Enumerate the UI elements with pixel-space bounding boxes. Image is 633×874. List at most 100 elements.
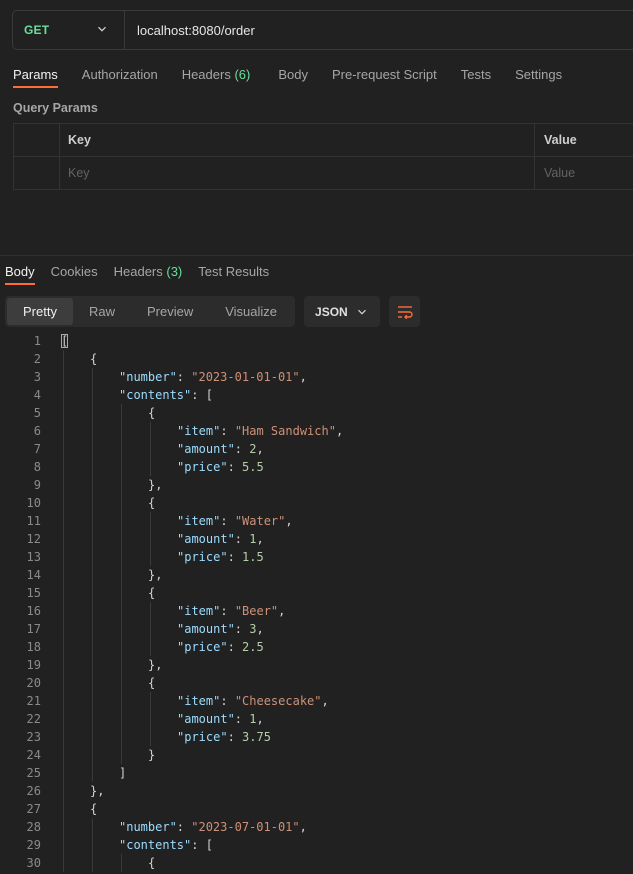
line-number: 26 xyxy=(26,784,41,798)
json-punctuation: : [ xyxy=(191,838,213,852)
indent-guide xyxy=(63,440,64,458)
json-punctuation: : xyxy=(227,730,243,744)
tab-response-body[interactable]: Body xyxy=(5,264,35,285)
indent-guide xyxy=(92,836,93,854)
format-select[interactable]: JSON xyxy=(304,296,381,327)
line-number: 3 xyxy=(33,370,41,384)
json-punctuation: : xyxy=(176,370,192,384)
indent-guide xyxy=(92,656,93,674)
indent-guide xyxy=(92,566,93,584)
pane-divider[interactable] xyxy=(0,255,633,256)
indent-guide xyxy=(92,512,93,530)
code-line: 27 { xyxy=(0,800,633,818)
indent-guide xyxy=(121,584,122,602)
line-number: 8 xyxy=(33,460,41,474)
method-select[interactable]: GET xyxy=(13,11,125,49)
code-text: "amount": 3, xyxy=(177,620,264,638)
wrap-lines-icon xyxy=(397,305,413,319)
indent-guide xyxy=(63,782,64,800)
code-line: 18 "price": 2.5 xyxy=(0,638,633,656)
tab-headers[interactable]: Headers (6) xyxy=(182,67,251,88)
code-line: 16 "item": "Beer", xyxy=(0,602,633,620)
indent-guide xyxy=(63,386,64,404)
view-pretty[interactable]: Pretty xyxy=(7,298,73,325)
json-punctuation: : xyxy=(220,694,235,708)
code-line: 12 "amount": 1, xyxy=(0,530,633,548)
code-text: }, xyxy=(148,476,162,494)
value-input[interactable]: Value xyxy=(535,157,633,189)
indent-guide xyxy=(63,512,64,530)
code-line: 11 "item": "Water", xyxy=(0,512,633,530)
indent-guide xyxy=(63,818,64,836)
line-number: 7 xyxy=(33,442,41,456)
code-line: 19}, xyxy=(0,656,633,674)
indent-guide xyxy=(92,548,93,566)
key-input[interactable]: Key xyxy=(60,157,535,189)
line-number: 24 xyxy=(26,748,41,762)
tab-response-headers[interactable]: Headers (3) xyxy=(114,264,183,285)
tab-test-results[interactable]: Test Results xyxy=(198,264,269,285)
indent-guide xyxy=(63,368,64,386)
tab-params[interactable]: Params xyxy=(13,67,58,88)
code-text: { xyxy=(148,494,155,512)
tab-settings[interactable]: Settings xyxy=(515,67,562,88)
indent-guide xyxy=(92,854,93,872)
indent-guide xyxy=(121,620,122,638)
indent-guide xyxy=(121,548,122,566)
tab-pre-request-script[interactable]: Pre-request Script xyxy=(332,67,437,88)
code-text: "price": 3.75 xyxy=(177,728,271,746)
tab-body[interactable]: Body xyxy=(278,67,308,88)
indent-guide xyxy=(63,836,64,854)
json-string: "Beer" xyxy=(234,604,279,618)
indent-guide xyxy=(63,494,64,512)
indent-guide xyxy=(121,692,122,710)
code-line: 23 "price": 3.75 xyxy=(0,728,633,746)
code-text: "amount": 1, xyxy=(177,530,264,548)
url-input[interactable]: localhost:8080/order xyxy=(125,23,255,38)
json-key: "amount" xyxy=(177,622,235,636)
request-tabs: Params Authorization Headers (6) Body Pr… xyxy=(13,67,562,88)
tab-authorization[interactable]: Authorization xyxy=(82,67,158,88)
json-punctuation: : xyxy=(234,712,250,726)
indent-guide xyxy=(121,512,122,530)
tab-tests[interactable]: Tests xyxy=(461,67,491,88)
indent-guide xyxy=(63,746,64,764)
code-line: 26}, xyxy=(0,782,633,800)
json-punctuation: , xyxy=(299,820,307,834)
indent-guide xyxy=(63,548,64,566)
indent-guide xyxy=(92,422,93,440)
tab-cookies[interactable]: Cookies xyxy=(51,264,98,285)
indent-guide xyxy=(92,620,93,638)
indent-guide xyxy=(63,800,64,818)
code-text: }, xyxy=(148,656,162,674)
view-visualize[interactable]: Visualize xyxy=(209,298,293,325)
code-text: { xyxy=(148,584,155,602)
json-punctuation: , xyxy=(321,694,329,708)
indent-guide xyxy=(121,566,122,584)
indent-guide xyxy=(150,530,151,548)
view-raw[interactable]: Raw xyxy=(73,298,131,325)
json-punctuation: , xyxy=(256,622,264,636)
json-punctuation: : xyxy=(227,640,243,654)
wrap-lines-button[interactable] xyxy=(389,296,421,327)
indent-guide xyxy=(150,548,151,566)
code-line: 7 "amount": 2, xyxy=(0,440,633,458)
line-number: 5 xyxy=(33,406,41,420)
view-preview[interactable]: Preview xyxy=(131,298,209,325)
response-body-viewer[interactable]: 1[2{3 "number": "2023-01-01-01", 4 "content… xyxy=(0,332,633,874)
code-line: 25] xyxy=(0,764,633,782)
code-text: "price": 2.5 xyxy=(177,638,264,656)
indent-guide xyxy=(63,728,64,746)
indent-guide xyxy=(92,746,93,764)
response-toolbar: Pretty Raw Preview Visualize JSON xyxy=(5,296,421,327)
line-number: 14 xyxy=(26,568,41,582)
indent-guide xyxy=(92,494,93,512)
indent-guide xyxy=(92,818,93,836)
code-line: 10 { xyxy=(0,494,633,512)
code-text: { xyxy=(148,674,155,692)
json-punctuation: { xyxy=(90,352,98,366)
json-punctuation: , xyxy=(299,370,307,384)
json-punctuation: , xyxy=(256,712,264,726)
line-number: 30 xyxy=(26,856,41,870)
json-punctuation: , xyxy=(256,442,264,456)
